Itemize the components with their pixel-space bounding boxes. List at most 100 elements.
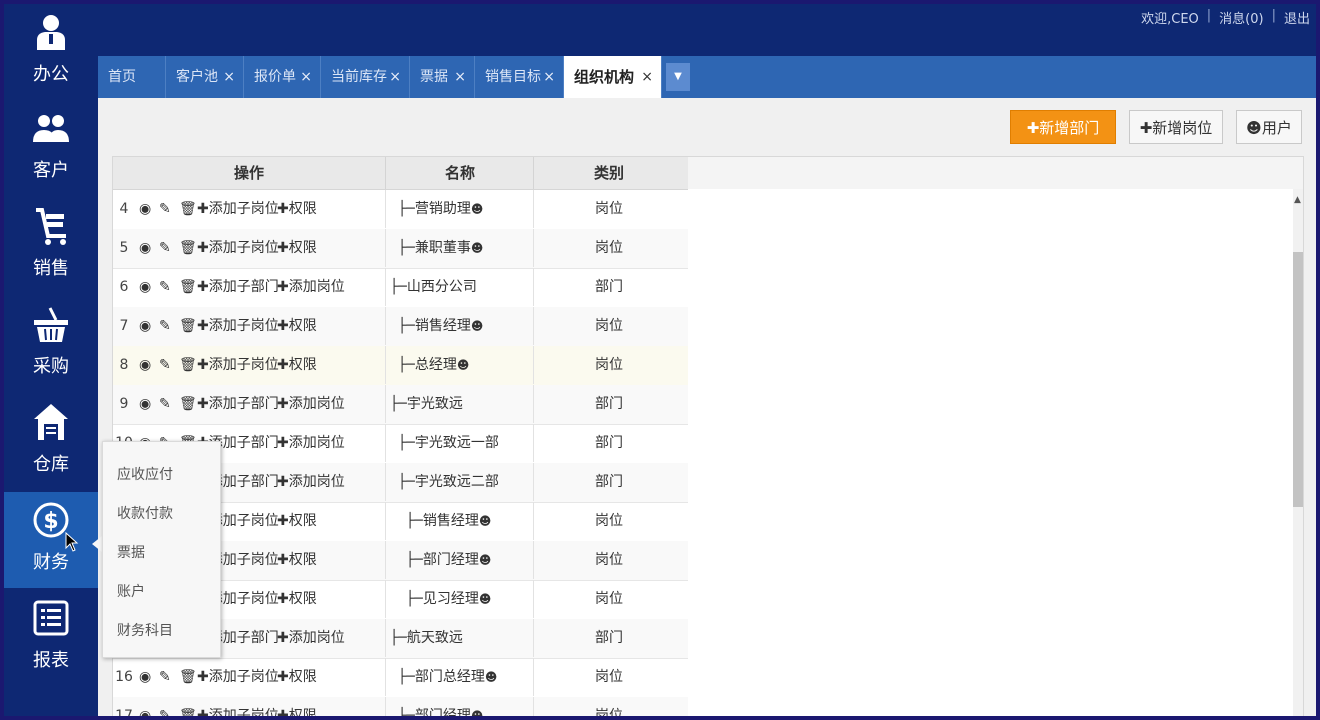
delete-icon[interactable]: 🗑 [179,190,197,228]
view-icon[interactable]: ◉ [139,229,151,267]
delete-icon[interactable]: 🗑 [179,229,197,267]
close-icon[interactable]: × [641,56,653,98]
menu-item-receipts-payments[interactable]: 收款付款 [117,503,173,523]
tab-customer-pool[interactable]: 客户池 × [166,56,244,98]
grid-header-filler [688,157,1303,189]
close-icon[interactable]: × [223,56,235,98]
row-action-secondary[interactable]: ✚权限 [277,502,317,540]
row-action-secondary[interactable]: ✚权限 [277,346,317,384]
menu-item-accounts[interactable]: 账户 [117,581,145,601]
close-icon[interactable]: × [300,56,312,98]
users-button[interactable]: ☻用户 [1236,110,1302,144]
menu-item-bills[interactable]: 票据 [117,542,145,562]
tab-bills[interactable]: 票据 × [410,56,475,98]
sidebar-item-office[interactable]: 办公 [4,4,98,100]
add-department-button[interactable]: ✚新增部门 [1010,110,1116,144]
row-action-primary[interactable]: ✚添加子岗位 [197,190,279,228]
close-icon[interactable]: × [543,56,555,98]
edit-icon[interactable]: ✎ [159,307,171,345]
row-action-primary[interactable]: ✚添加子岗位 [197,697,279,716]
edit-icon[interactable]: ✎ [159,229,171,267]
row-actions: ◉✎🗑✚添加子部门✚添加岗位 [137,268,387,306]
delete-icon[interactable]: 🗑 [179,268,197,306]
row-action-secondary[interactable]: ✚添加岗位 [277,463,345,501]
edit-icon[interactable]: ✎ [159,385,171,423]
edit-icon[interactable]: ✎ [159,658,171,696]
sidebar-item-label: 办公 [33,64,69,85]
edit-icon[interactable]: ✎ [159,190,171,228]
tab-quotation[interactable]: 报价单 × [244,56,321,98]
view-icon[interactable]: ◉ [139,307,151,345]
row-action-primary[interactable]: ✚添加子岗位 [197,658,279,696]
row-type: 岗位 [533,307,684,345]
edit-icon[interactable]: ✎ [159,346,171,384]
view-icon[interactable]: ◉ [139,190,151,228]
edit-icon[interactable]: ✎ [159,697,171,716]
delete-icon[interactable]: 🗑 [179,346,197,384]
row-action-secondary[interactable]: ✚添加岗位 [277,424,345,462]
sidebar-item-customer[interactable]: 客户 [4,100,98,196]
delete-icon[interactable]: 🗑 [179,307,197,345]
delete-icon[interactable]: 🗑 [179,658,197,696]
menu-item-finance-subjects[interactable]: 财务科目 [117,620,173,640]
row-number: 8 [119,357,129,373]
close-icon[interactable]: × [389,56,401,98]
users-button-label: 用户 [1261,119,1292,137]
view-icon[interactable]: ◉ [139,385,151,423]
tab-more-dropdown[interactable]: ▼ [666,63,690,91]
row-action-secondary[interactable]: ✚权限 [277,697,317,716]
welcome-text: 欢迎,CEO [1141,12,1199,27]
row-action-secondary[interactable]: ✚添加岗位 [277,268,345,306]
sidebar-item-report[interactable]: 报表 [4,590,98,686]
messages-link[interactable]: 消息(0) [1219,8,1263,27]
edit-icon[interactable]: ✎ [159,268,171,306]
tab-bar: 首页 客户池 × 报价单 × 当前库存 × 票据 × 销售目标 × 组织机构 × ▼ [98,56,1316,98]
row-action-secondary[interactable]: ✚权限 [277,229,317,267]
table-row: 6 ◉ ✎ 🗑 ✚添加子部门 ✚添加岗位 ├─山西分公司 部门 [113,268,688,308]
row-action-primary[interactable]: ✚添加子岗位 [197,307,279,345]
tab-home[interactable]: 首页 [98,56,166,98]
view-icon[interactable]: ◉ [139,658,151,696]
delete-icon[interactable]: 🗑 [179,697,197,716]
sidebar-item-finance[interactable]: $ 财务 [4,492,98,588]
row-action-secondary[interactable]: ✚权限 [277,541,317,579]
row-name-text: ├─销售经理☻ [406,502,491,540]
tab-inventory[interactable]: 当前库存 × [321,56,410,98]
row-name: ├─销售经理☻ [385,307,532,345]
row-action-secondary[interactable]: ✚权限 [277,658,317,696]
row-action-primary[interactable]: ✚添加子岗位 [197,229,279,267]
table-row: 8 ◉ ✎ 🗑 ✚添加子岗位 ✚权限 ├─总经理☻ 岗位 [113,346,688,386]
close-icon[interactable]: × [454,56,466,98]
row-action-secondary[interactable]: ✚权限 [277,580,317,618]
row-action-secondary[interactable]: ✚权限 [277,307,317,345]
row-action-primary[interactable]: ✚添加子部门 [197,268,279,306]
row-action-secondary[interactable]: ✚添加岗位 [277,385,345,423]
sidebar-item-warehouse[interactable]: 仓库 [4,394,98,490]
row-name-label: ├─山西分公司 [390,279,477,295]
row-name-label: ├─宇光致远一部 [398,435,499,451]
table-row: 9 ◉ ✎ 🗑 ✚添加子部门 ✚添加岗位 ├─宇光致远 部门 [113,385,688,425]
delete-icon[interactable]: 🗑 [179,385,197,423]
row-action-secondary[interactable]: ✚权限 [277,190,317,228]
sidebar-item-purchase[interactable]: 采购 [4,296,98,392]
table-row: 5 ◉ ✎ 🗑 ✚添加子岗位 ✚权限 ├─兼职董事☻ 岗位 [113,229,688,269]
row-name-text: ├─见习经理☻ [406,580,491,618]
scroll-up-arrow[interactable]: ▲ [1294,195,1301,205]
row-name-label: ├─销售经理 [406,513,479,529]
view-icon[interactable]: ◉ [139,346,151,384]
view-icon[interactable]: ◉ [139,697,151,716]
row-action-primary[interactable]: ✚添加子岗位 [197,346,279,384]
row-number: 9 [119,396,129,412]
row-action-secondary[interactable]: ✚添加岗位 [277,619,345,657]
row-action-primary[interactable]: ✚添加子部门 [197,385,279,423]
menu-item-receivable-payable[interactable]: 应收应付 [117,464,173,484]
tab-sales-target[interactable]: 销售目标 × [475,56,564,98]
view-icon[interactable]: ◉ [139,268,151,306]
logout-link[interactable]: 退出 [1284,8,1310,27]
sidebar-item-sales[interactable]: 销售 [4,198,98,294]
scrollbar-thumb[interactable] [1293,252,1303,507]
tab-label: 首页 [108,69,136,85]
tab-organization[interactable]: 组织机构 × [564,56,662,98]
sidebar: 办公 客户 销售 采购 仓库 $ 财务 报表 [4,4,98,716]
add-position-button[interactable]: ✚新增岗位 [1129,110,1223,144]
